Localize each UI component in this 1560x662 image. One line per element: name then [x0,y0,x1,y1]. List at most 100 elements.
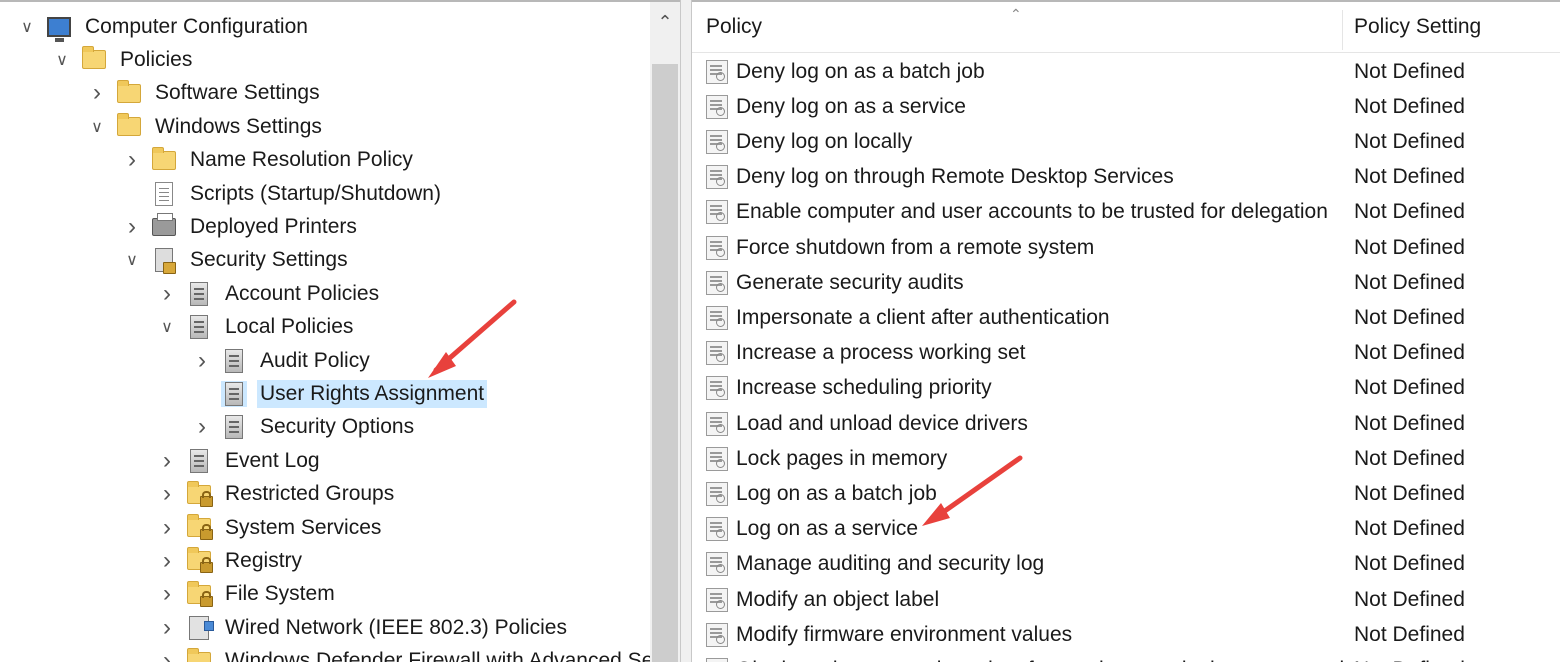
policy-name: Deny log on as a batch job [736,59,985,83]
column-header-policy[interactable]: Policy [706,2,1342,52]
column-divider[interactable] [1342,10,1343,50]
chevron-right-icon[interactable]: › [191,347,213,374]
network-policy-icon [186,615,214,641]
chevron-right-icon[interactable]: › [86,79,108,106]
policy-row[interactable]: Impersonate a client after authenticatio… [692,300,1560,335]
tree-node[interactable]: › Software Settings [86,77,323,110]
tree-node[interactable]: ∨ Windows Settings [86,110,325,143]
chevron-right-icon[interactable]: › [156,480,178,507]
expander-placeholder [191,383,213,405]
tree-node[interactable]: › Windows Defender Firewall with Advanced… [156,645,656,662]
policy-setting: Not Defined [1354,305,1465,329]
policy-row[interactable]: Manage auditing and security log Not Defi… [692,547,1560,582]
tree-node[interactable]: › Wired Network (IEEE 802.3) Policies [156,611,570,644]
policy-server-icon [221,414,247,440]
policy-setting: Not Defined [1354,235,1465,259]
tree-node-label: Windows Defender Firewall with Advanced … [225,649,654,662]
policy-name: Obtain an impersonation token for anothe… [736,658,1368,662]
tree-node-label: Registry [225,548,303,572]
tree-node[interactable]: › Registry [156,544,305,577]
column-header-policy-setting[interactable]: Policy Setting [1354,2,1554,52]
tree-node[interactable]: Scripts (Startup/Shutdown) [121,177,444,210]
chevron-down-icon[interactable]: ∨ [156,316,178,338]
chevron-right-icon[interactable]: › [156,280,178,307]
policy-row[interactable]: Generate security audits Not Defined [692,265,1560,300]
policy-icon [706,481,728,506]
tree-node[interactable]: › Security Options [191,411,417,444]
folder-icon [116,113,142,140]
policy-row[interactable]: Deny log on as a batch job Not Defined [692,54,1560,89]
tree-node-label: User Rights Assignment [257,379,488,408]
tree-node[interactable]: User Rights Assignment [191,377,488,410]
tree-vertical-scrollbar[interactable]: ⌃ [650,2,680,662]
policy-name: Manage auditing and security log [736,552,1045,576]
tree-node[interactable]: ∨ Computer Configuration [16,10,311,43]
chevron-down-icon[interactable]: ∨ [51,49,73,71]
folder-icon [151,146,177,173]
policy-server-icon [221,348,247,374]
chevron-right-icon[interactable]: › [156,647,178,662]
policy-icon [706,657,728,662]
chevron-down-icon[interactable]: ∨ [86,116,108,138]
policy-name: Deny log on through Remote Desktop Servi… [736,165,1174,189]
tree-node[interactable]: ∨ Security Settings [121,244,351,277]
tree-node-label: Scripts (Startup/Shutdown) [190,181,441,205]
chevron-right-icon[interactable]: › [121,213,143,240]
policy-row[interactable]: Deny log on locally Not Defined [692,124,1560,159]
policy-name: Force shutdown from a remote system [736,235,1095,259]
policy-icon [706,59,728,84]
policy-row[interactable]: Modify an object label Not Defined [692,582,1560,617]
policy-row[interactable]: Load and unload device drivers Not Define… [692,406,1560,441]
policy-row[interactable]: Obtain an impersonation token for anothe… [692,652,1560,662]
policy-row[interactable]: Log on as a service Not Defined [692,512,1560,547]
policy-setting: Not Defined [1354,376,1465,400]
computer-icon [46,14,72,42]
tree-node[interactable]: › Account Policies [156,277,382,310]
chevron-down-icon[interactable]: ∨ [121,249,143,271]
policy-row[interactable]: Force shutdown from a remote system Not D… [692,230,1560,265]
policy-row[interactable]: Lock pages in memory Not Defined [692,441,1560,476]
chevron-right-icon[interactable]: › [121,146,143,173]
policy-icon [706,552,728,577]
chevron-right-icon[interactable]: › [191,413,213,440]
tree-node[interactable]: › System Services [156,511,384,544]
tree-node[interactable]: › Name Resolution Policy [121,144,416,177]
details-list-pane[interactable]: Policy ⌃ Policy Setting Deny log on as a… [692,0,1560,662]
locked-folder-icon [186,480,213,507]
policy-name: Modify an object label [736,587,940,611]
chevron-right-icon[interactable]: › [156,514,178,541]
policy-name: Lock pages in memory [736,446,948,470]
policy-row[interactable]: Deny log on through Remote Desktop Servi… [692,160,1560,195]
policy-row[interactable]: Log on as a batch job Not Defined [692,476,1560,511]
policy-name: Increase a process working set [736,341,1026,365]
policy-setting: Not Defined [1354,658,1465,662]
tree-node[interactable]: ∨ Policies [51,43,195,76]
policy-name: Enable computer and user accounts to be … [736,200,1328,224]
tree-node[interactable]: › File System [156,578,338,611]
tree-node[interactable]: › Event Log [156,444,323,477]
chevron-down-icon[interactable]: ∨ [16,16,38,38]
policy-row[interactable]: Deny log on as a service Not Defined [692,89,1560,124]
chevron-right-icon[interactable]: › [156,447,178,474]
tree-node[interactable]: › Audit Policy [191,344,373,377]
policy-icon [706,446,728,471]
sort-ascending-icon: ⌃ [1010,6,1022,22]
scrollbar-thumb[interactable] [652,64,678,662]
pane-splitter[interactable] [680,0,692,662]
policy-row[interactable]: Increase scheduling priority Not Defined [692,371,1560,406]
policy-setting: Not Defined [1354,517,1465,541]
policy-row[interactable]: Increase a process working set Not Define… [692,336,1560,371]
tree-node-label: Name Resolution Policy [190,148,413,172]
scroll-up-icon[interactable]: ⌃ [650,8,680,36]
chevron-right-icon[interactable]: › [156,580,178,607]
tree-node[interactable]: ∨ Local Policies [156,311,356,344]
chevron-right-icon[interactable]: › [156,547,178,574]
policy-setting: Not Defined [1354,200,1465,224]
tree-node[interactable]: › Restricted Groups [156,478,397,511]
policy-setting: Not Defined [1354,59,1465,83]
policy-row[interactable]: Enable computer and user accounts to be … [692,195,1560,230]
policy-row[interactable]: Modify firmware environment values Not De… [692,617,1560,652]
tree-node[interactable]: › Deployed Printers [121,210,360,243]
chevron-right-icon[interactable]: › [156,614,178,641]
console-tree-pane[interactable]: ∨ Computer Configuration ∨ Policies › Softwar… [0,0,680,662]
